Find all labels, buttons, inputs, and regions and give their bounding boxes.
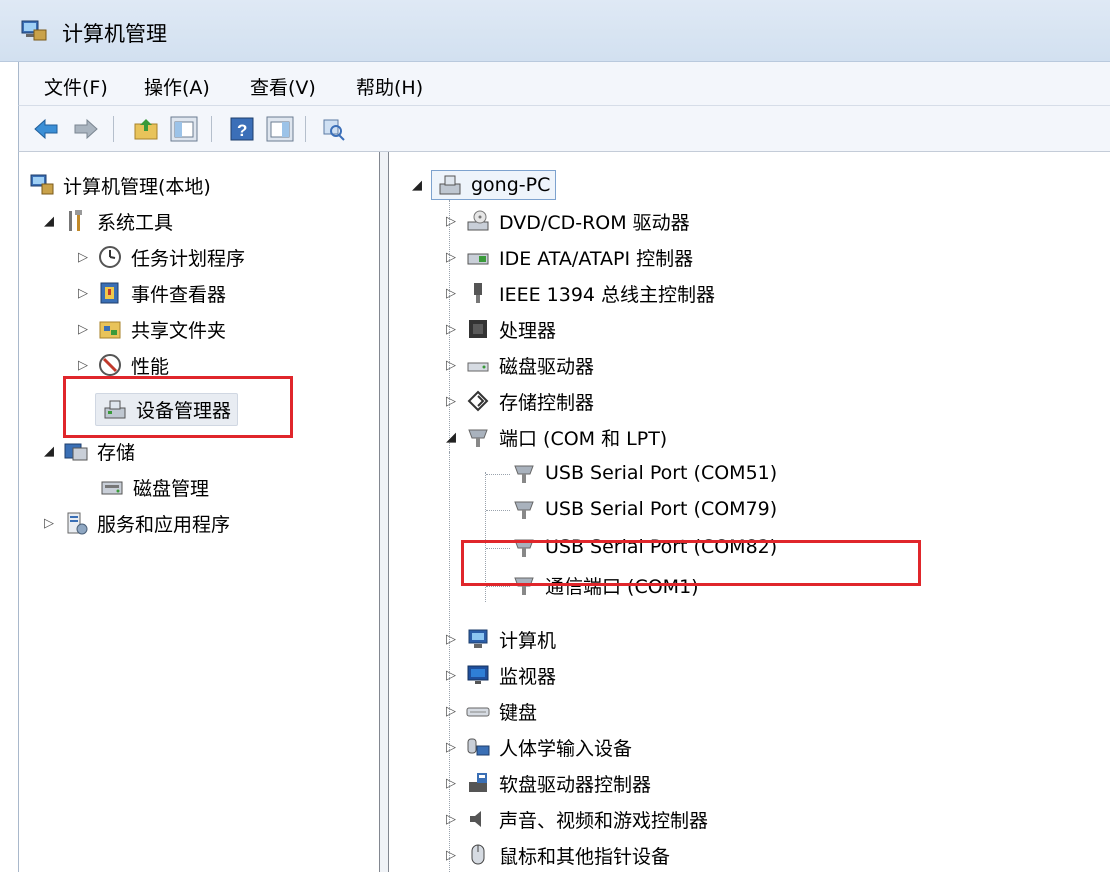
pane-splitter[interactable] [380, 152, 388, 872]
device-category-computer[interactable]: ▷ 计算机 [443, 622, 556, 656]
expand-arrow-icon[interactable]: ▷ [75, 250, 91, 265]
device-category-ide[interactable]: ▷ IDE ATA/ATAPI 控制器 [443, 240, 693, 274]
tree-item-storage[interactable]: ◢ 存储 [41, 434, 135, 468]
port-item-com79[interactable]: USB Serial Port (COM79) [511, 492, 777, 526]
action-pane-icon[interactable] [265, 115, 295, 143]
expand-arrow-icon[interactable]: ▷ [41, 516, 57, 531]
title-bar: 计算机管理 [0, 0, 1110, 62]
show-hide-tree-icon[interactable] [169, 115, 199, 143]
monitor-icon [465, 662, 491, 688]
collapse-arrow-icon[interactable]: ◢ [409, 178, 425, 193]
tree-item-disk-management[interactable]: 磁盘管理 [99, 470, 209, 504]
keyboard-icon [465, 698, 491, 724]
expand-arrow-icon[interactable]: ▷ [75, 322, 91, 337]
properties-icon[interactable] [319, 115, 349, 143]
tree-item-task-scheduler[interactable]: ▷ 任务计划程序 [75, 240, 245, 274]
disk-drive-icon [465, 352, 491, 378]
help-icon[interactable]: ? [227, 115, 257, 143]
device-category-floppy-controllers[interactable]: ▷ 软盘驱动器控制器 [443, 766, 651, 800]
expand-arrow-icon[interactable]: ▷ [443, 668, 459, 683]
computer-icon [437, 172, 463, 198]
speaker-icon [465, 806, 491, 832]
computer-management-icon [29, 172, 55, 198]
device-category-processor[interactable]: ▷ 处理器 [443, 312, 556, 346]
device-category-ieee1394[interactable]: ▷ IEEE 1394 总线主控制器 [443, 276, 715, 310]
expand-arrow-icon[interactable]: ▷ [443, 358, 459, 373]
expand-arrow-icon[interactable]: ▷ [443, 848, 459, 863]
storage-icon [63, 438, 89, 464]
console-tree-pane: 计算机管理(本地) ◢ 系统工具 ▷ 任务计划程序 ▷ 事件查看器 ▷ 共享文件… [18, 152, 380, 872]
root-node-box: gong-PC [431, 170, 557, 200]
menu-help[interactable]: 帮助(H) [353, 73, 426, 100]
device-tree-pane: ◢ gong-PC ▷ DVD/CD-ROM 驱动器 ▷ IDE ATA/ATA… [388, 152, 1110, 872]
hid-icon [465, 734, 491, 760]
collapse-arrow-icon[interactable]: ◢ [41, 444, 57, 459]
tree-item-shared-folders[interactable]: ▷ 共享文件夹 [75, 312, 226, 346]
expand-arrow-icon[interactable]: ▷ [443, 250, 459, 265]
ieee1394-icon [465, 280, 491, 306]
clock-icon [97, 244, 123, 270]
tree-item-system-tools[interactable]: ◢ 系统工具 [41, 204, 173, 238]
window-title: 计算机管理 [62, 22, 167, 46]
tree-item-computer-management-local[interactable]: 计算机管理(本地) [29, 168, 211, 202]
computer-icon [465, 626, 491, 652]
expand-arrow-icon[interactable]: ▷ [443, 394, 459, 409]
highlight-box-device-manager [63, 376, 293, 438]
expand-arrow-icon[interactable]: ▷ [75, 286, 91, 301]
menu-action[interactable]: 操作(A) [141, 73, 213, 100]
disk-icon [99, 474, 125, 500]
device-category-storage-controllers[interactable]: ▷ 存储控制器 [443, 384, 594, 418]
serial-port-icon [511, 460, 537, 486]
device-category-keyboards[interactable]: ▷ 键盘 [443, 694, 537, 728]
expand-arrow-icon[interactable]: ▷ [443, 632, 459, 647]
forward-arrow-icon[interactable] [71, 115, 101, 143]
device-category-monitors[interactable]: ▷ 监视器 [443, 658, 556, 692]
menu-file[interactable]: 文件(F) [41, 73, 111, 100]
expand-arrow-icon[interactable]: ▷ [443, 740, 459, 755]
expand-arrow-icon[interactable]: ▷ [443, 214, 459, 229]
device-tree-root[interactable]: ◢ gong-PC [409, 168, 557, 202]
expand-arrow-icon[interactable]: ▷ [443, 704, 459, 719]
processor-icon [465, 316, 491, 342]
serial-port-icon [511, 496, 537, 522]
svg-text:?: ? [237, 121, 247, 140]
event-viewer-icon [97, 280, 123, 306]
tools-icon [63, 208, 89, 234]
menu-view[interactable]: 查看(V) [247, 73, 319, 100]
tree-item-services-apps[interactable]: ▷ 服务和应用程序 [41, 506, 230, 540]
device-category-dvd[interactable]: ▷ DVD/CD-ROM 驱动器 [443, 204, 690, 238]
ide-controller-icon [465, 244, 491, 270]
device-category-disk-drives[interactable]: ▷ 磁盘驱动器 [443, 348, 594, 382]
device-category-sound[interactable]: ▷ 声音、视频和游戏控制器 [443, 802, 708, 836]
port-item-com51[interactable]: USB Serial Port (COM51) [511, 456, 777, 490]
device-category-hid[interactable]: ▷ 人体学输入设备 [443, 730, 632, 764]
collapse-arrow-icon[interactable]: ◢ [443, 430, 459, 445]
port-icon [465, 424, 491, 450]
expand-arrow-icon[interactable]: ▷ [75, 358, 91, 373]
highlight-box-com82 [461, 540, 921, 586]
back-arrow-icon[interactable] [31, 115, 61, 143]
collapse-arrow-icon[interactable]: ◢ [41, 214, 57, 229]
menu-bar: 文件(F) 操作(A) 查看(V) 帮助(H) [18, 62, 1110, 106]
expand-arrow-icon[interactable]: ▷ [443, 776, 459, 791]
mouse-icon [465, 842, 491, 868]
device-category-mice[interactable]: ▷ 鼠标和其他指针设备 [443, 838, 670, 872]
expand-arrow-icon[interactable]: ▷ [443, 286, 459, 301]
services-icon [63, 510, 89, 536]
storage-controller-icon [465, 388, 491, 414]
shared-folder-icon [97, 316, 123, 342]
toolbar: ? [18, 106, 1110, 152]
performance-icon [97, 352, 123, 378]
floppy-controller-icon [465, 770, 491, 796]
up-folder-icon[interactable] [131, 115, 161, 143]
expand-arrow-icon[interactable]: ▷ [443, 322, 459, 337]
tree-item-event-viewer[interactable]: ▷ 事件查看器 [75, 276, 226, 310]
dvd-drive-icon [465, 208, 491, 234]
expand-arrow-icon[interactable]: ▷ [443, 812, 459, 827]
computer-management-icon [20, 18, 48, 47]
device-category-ports[interactable]: ◢ 端口 (COM 和 LPT) [443, 420, 667, 454]
